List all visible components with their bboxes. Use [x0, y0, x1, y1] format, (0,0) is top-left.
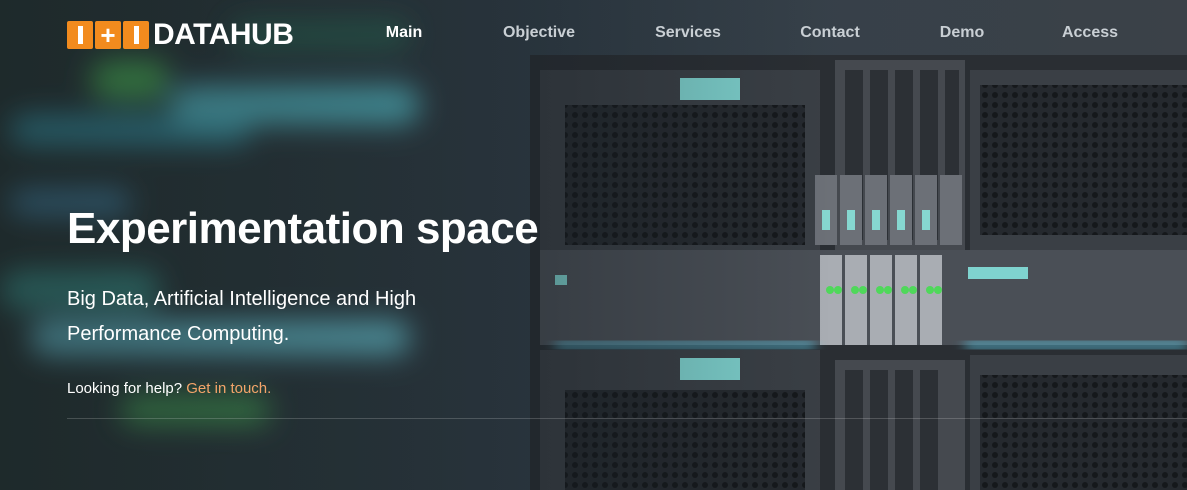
- nav-item-access[interactable]: Access: [1062, 24, 1118, 42]
- nav-item-contact[interactable]: Contact: [800, 24, 860, 42]
- nav-item-services[interactable]: Services: [655, 24, 721, 42]
- hero-divider: [67, 418, 1187, 419]
- help-line: Looking for help? Get in touch.: [67, 380, 627, 397]
- top-navigation: DATAHUB Main Objective Services Contact …: [0, 0, 1187, 70]
- nav-item-objective[interactable]: Objective: [503, 24, 575, 42]
- get-in-touch-link[interactable]: Get in touch.: [186, 380, 271, 397]
- nav-item-main[interactable]: Main: [386, 24, 422, 42]
- main-menu: Main Objective Services Contact Demo Acc…: [0, 24, 1187, 46]
- nav-item-demo[interactable]: Demo: [940, 24, 984, 42]
- hero-subtitle: Big Data, Artificial Intelligence and Hi…: [67, 288, 417, 345]
- hero-title: Experimentation space: [67, 204, 539, 253]
- hero-content: Experimentation space Big Data, Artifici…: [67, 200, 627, 397]
- help-prefix: Looking for help?: [67, 380, 183, 397]
